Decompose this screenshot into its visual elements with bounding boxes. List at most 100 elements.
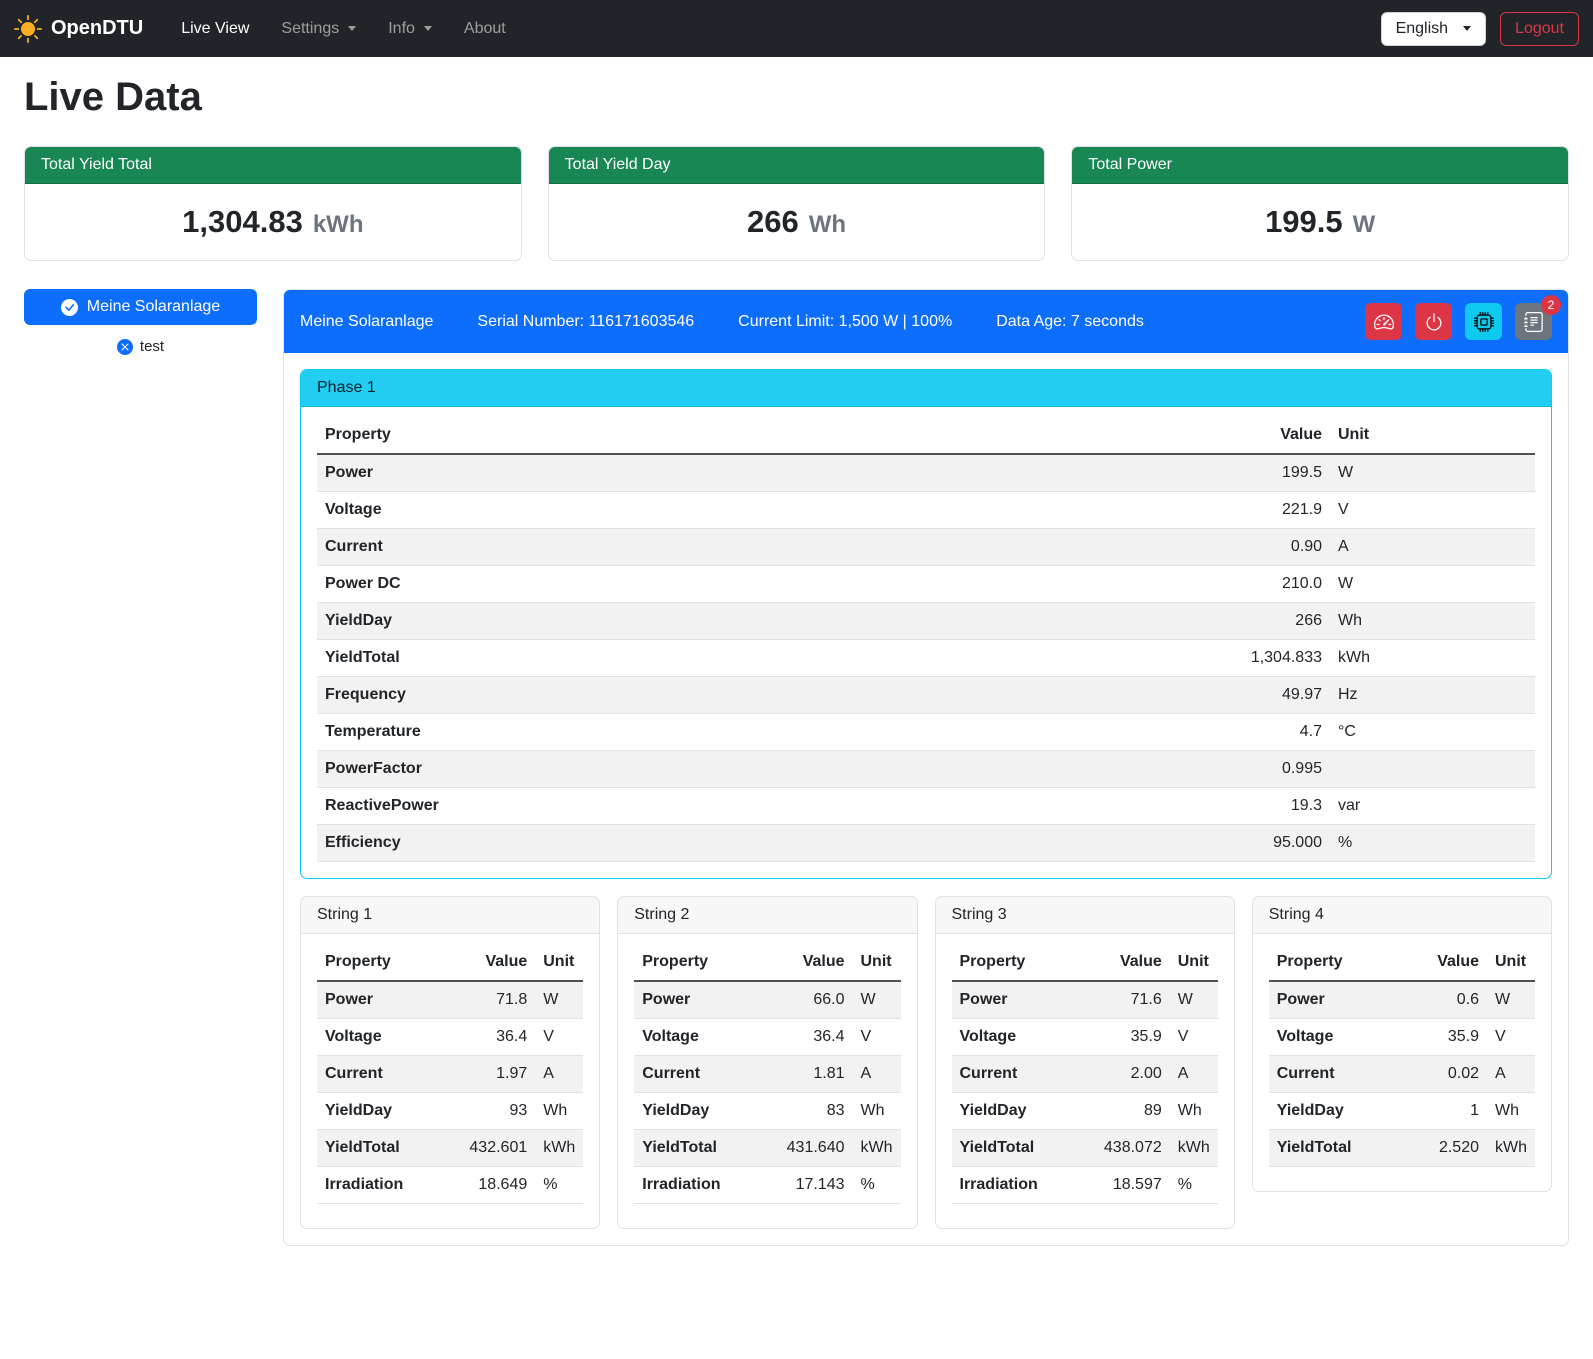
value-cell: 0.90 <box>1023 529 1330 566</box>
x-circle-icon <box>117 339 133 355</box>
inverter-label: Meine Solaranlage <box>87 298 220 316</box>
string-card-body: Property Value Unit Power66.0WVoltage36.… <box>618 934 916 1228</box>
inverter-select-meine-solaranlage[interactable]: Meine Solaranlage <box>24 289 257 325</box>
card-title: Total Power <box>1072 147 1568 184</box>
property-cell: Current <box>1269 1056 1391 1093</box>
string-card-title: String 1 <box>301 897 599 934</box>
property-cell: YieldDay <box>952 1093 1074 1130</box>
main-nav: Live View Settings Info About <box>165 12 522 46</box>
card-body: 199.5 W <box>1072 184 1568 260</box>
table-row: Voltage35.9V <box>1269 1019 1535 1056</box>
string-card-title: String 4 <box>1253 897 1551 934</box>
string-4-card: String 4 Property Value Unit <box>1252 896 1552 1192</box>
property-cell: YieldTotal <box>952 1130 1074 1167</box>
value-cell: 83 <box>757 1093 853 1130</box>
card-unit: W <box>1353 211 1376 239</box>
table-row: Current2.00A <box>952 1056 1218 1093</box>
chevron-down-icon <box>424 26 432 31</box>
limit-settings-button[interactable] <box>1365 303 1402 340</box>
navbar: OpenDTU Live View Settings Info About En… <box>0 0 1593 57</box>
string-table: Property Value Unit Power0.6WVoltage35.9… <box>1269 944 1535 1167</box>
chevron-down-icon <box>348 26 356 31</box>
table-row: Voltage36.4V <box>317 1019 583 1056</box>
table-body: Power0.6WVoltage35.9VCurrent0.02AYieldDa… <box>1269 981 1535 1167</box>
unit-cell: kWh <box>1330 640 1535 677</box>
header-row: Property Value Unit <box>317 417 1535 454</box>
table-row: Temperature4.7°C <box>317 714 1535 751</box>
unit-cell: Wh <box>1170 1093 1218 1130</box>
property-cell: YieldTotal <box>317 1130 439 1167</box>
card-title: Total Yield Total <box>25 147 521 184</box>
col-value: Value <box>1074 944 1170 981</box>
unit-cell: kWh <box>1487 1130 1535 1167</box>
table-row: Current1.81A <box>634 1056 900 1093</box>
table-row: YieldDay266Wh <box>317 603 1535 640</box>
table-row: Current0.90A <box>317 529 1535 566</box>
table-body: Power66.0WVoltage36.4VCurrent1.81AYieldD… <box>634 981 900 1204</box>
logout-button[interactable]: Logout <box>1500 12 1579 46</box>
property-cell: Voltage <box>952 1019 1074 1056</box>
string-table: Property Value Unit Power71.6WVoltage35.… <box>952 944 1218 1204</box>
data-age: Data Age: 7 seconds <box>996 313 1144 331</box>
col-unit: Unit <box>1330 417 1535 454</box>
string-table: Property Value Unit Power71.8WVoltage36.… <box>317 944 583 1204</box>
value-cell: 199.5 <box>1023 454 1330 492</box>
nav-info-label: Info <box>388 20 415 38</box>
table-row: Efficiency95.000% <box>317 825 1535 862</box>
value-cell: 93 <box>439 1093 535 1130</box>
unit-cell: V <box>1487 1019 1535 1056</box>
value-cell: 35.9 <box>1391 1019 1487 1056</box>
value-cell: 2.00 <box>1074 1056 1170 1093</box>
value-cell: 210.0 <box>1023 566 1330 603</box>
table-row: Voltage35.9V <box>952 1019 1218 1056</box>
col-unit: Unit <box>1487 944 1535 981</box>
col-property: Property <box>317 944 439 981</box>
nav-settings[interactable]: Settings <box>265 12 372 46</box>
unit-cell: % <box>535 1167 583 1204</box>
page-title: Live Data <box>24 75 1569 120</box>
property-cell: YieldDay <box>1269 1093 1391 1130</box>
language-select[interactable]: English <box>1381 12 1486 46</box>
power-button[interactable] <box>1415 303 1452 340</box>
unit-cell: V <box>535 1019 583 1056</box>
phase-card-title: Phase 1 <box>301 370 1551 407</box>
table-row: YieldTotal431.640kWh <box>634 1130 900 1167</box>
unit-cell: % <box>1330 825 1535 862</box>
nav-about[interactable]: About <box>448 12 522 46</box>
col-value: Value <box>757 944 853 981</box>
inverter-panel-header: Meine Solaranlage Serial Number: 1161716… <box>284 290 1568 353</box>
unit-cell: A <box>1170 1056 1218 1093</box>
value-cell: 36.4 <box>757 1019 853 1056</box>
table-head: Property Value Unit <box>634 944 900 981</box>
total-power-card: Total Power 199.5 W <box>1071 146 1569 261</box>
value-cell: 438.072 <box>1074 1130 1170 1167</box>
device-settings-button[interactable] <box>1465 303 1502 340</box>
inverter-select-test[interactable]: test <box>24 338 257 355</box>
value-cell: 95.000 <box>1023 825 1330 862</box>
property-cell: YieldTotal <box>1269 1130 1391 1167</box>
brand[interactable]: OpenDTU <box>14 15 143 43</box>
nav-info[interactable]: Info <box>372 12 448 46</box>
value-cell: 221.9 <box>1023 492 1330 529</box>
nav-live-view[interactable]: Live View <box>165 12 265 46</box>
property-cell: Power <box>952 981 1074 1019</box>
value-cell: 0.995 <box>1023 751 1330 788</box>
table-row: Irradiation17.143% <box>634 1167 900 1204</box>
unit-cell: °C <box>1330 714 1535 751</box>
nav-live-view-label: Live View <box>181 20 249 38</box>
unit-cell: W <box>853 981 901 1019</box>
event-log-button[interactable]: 2 <box>1515 303 1552 340</box>
total-yield-total-card: Total Yield Total 1,304.83 kWh <box>24 146 522 261</box>
table-head: Property Value Unit <box>317 417 1535 454</box>
string-1-card: String 1 Property Value Unit <box>300 896 600 1229</box>
unit-cell: W <box>1487 981 1535 1019</box>
value-cell: 1.97 <box>439 1056 535 1093</box>
unit-cell: A <box>1487 1056 1535 1093</box>
table-row: Power71.8W <box>317 981 583 1019</box>
property-cell: Power <box>317 454 1023 492</box>
table-row: Voltage36.4V <box>634 1019 900 1056</box>
value-cell: 71.6 <box>1074 981 1170 1019</box>
inverter-label: test <box>140 338 164 355</box>
property-cell: ReactivePower <box>317 788 1023 825</box>
phase-1-card: Phase 1 Property Value Unit Power199.5WV… <box>300 369 1552 879</box>
